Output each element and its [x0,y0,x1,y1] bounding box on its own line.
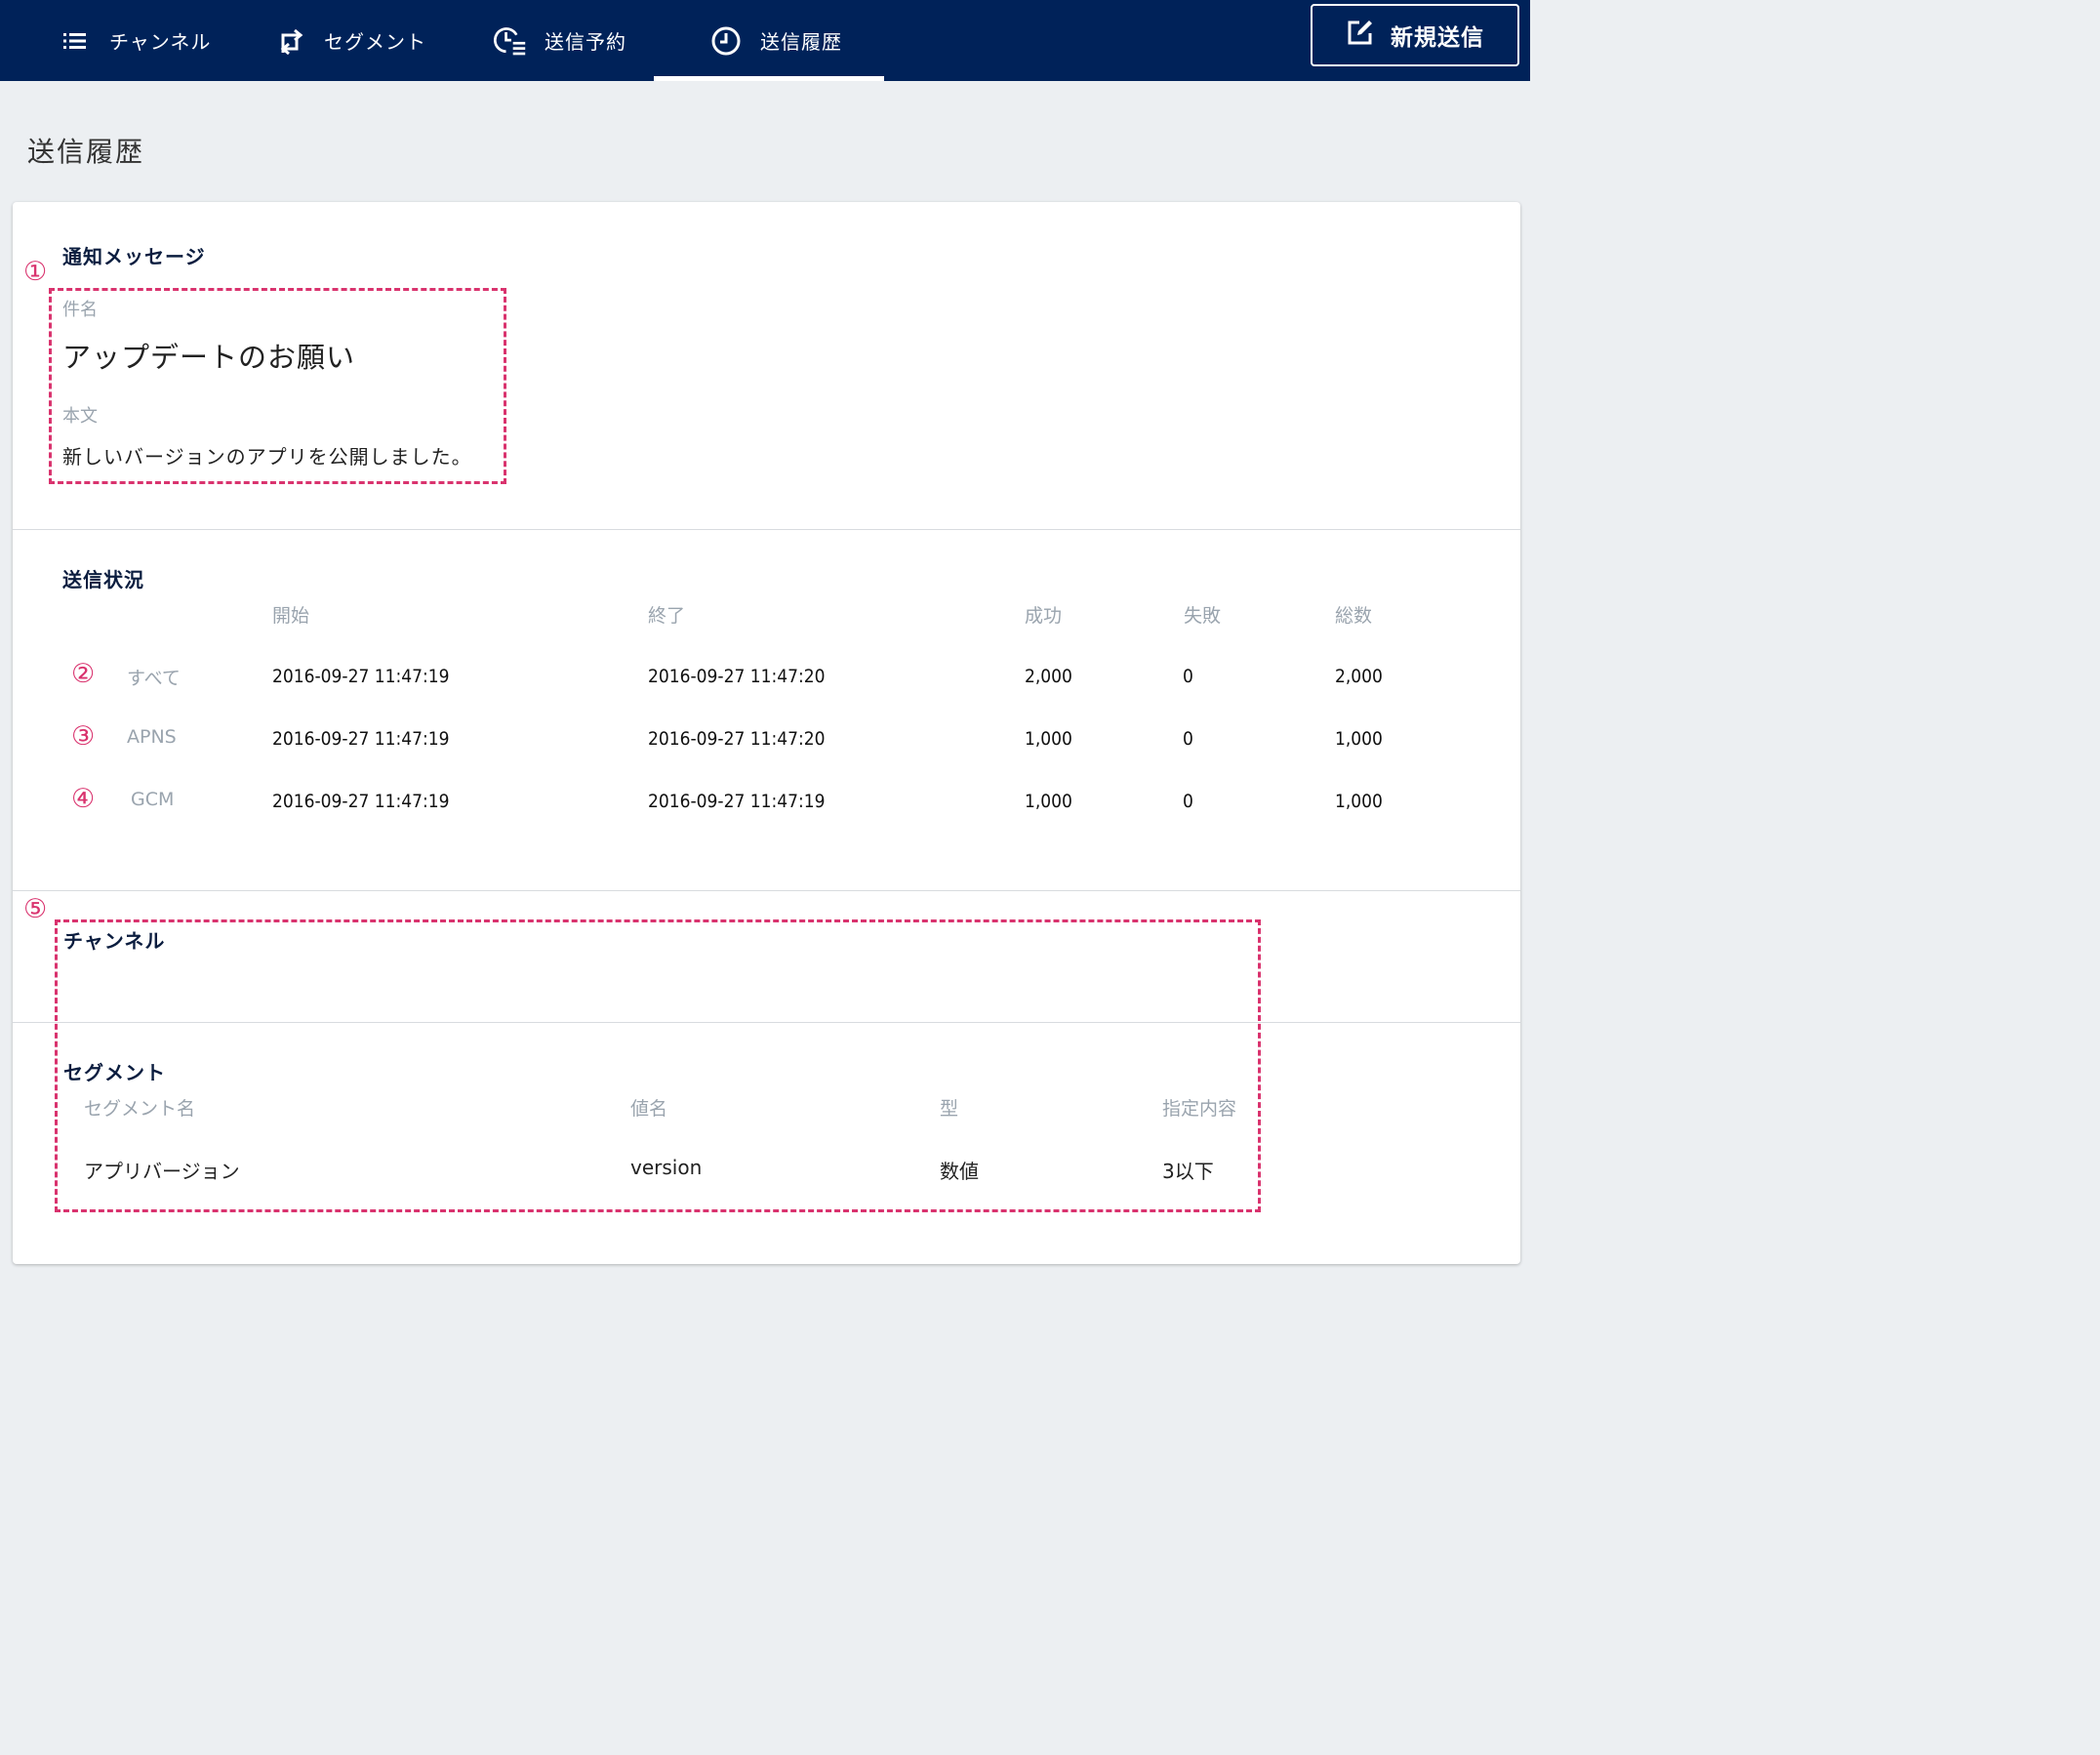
schedule-icon [494,24,527,58]
status-header-end: 終了 [648,605,686,627]
row-success: 2,000 [1025,666,1072,687]
divider [13,529,1520,530]
row-label: すべて [127,668,181,689]
top-nav: チャンネル セグメント 送信予約 送信履歴 新規送信 [0,0,1530,81]
nav-item-history[interactable]: 送信履歴 [654,0,884,81]
status-header-success: 成功 [1025,605,1063,627]
row-start: 2016-09-27 11:47:19 [272,791,450,812]
segment-condition: 3以下 [1162,1160,1214,1183]
annotation-marker-4: ④ [71,784,96,814]
new-send-button[interactable]: 新規送信 [1311,4,1519,66]
row-success: 1,000 [1025,791,1072,812]
segment-type: 数値 [940,1160,979,1183]
row-label: APNS [127,726,177,748]
segment-header-value-name: 値名 [630,1098,668,1120]
row-total: 1,000 [1335,728,1383,750]
segment-header-condition: 指定内容 [1162,1098,1237,1120]
annotation-marker-5: ⑤ [23,894,48,924]
segment-section-title: セグメント [63,1061,166,1084]
nav-item-label: 送信履歴 [760,30,842,54]
segment-header-type: 型 [940,1098,959,1120]
new-send-label: 新規送信 [1391,25,1484,51]
row-fail: 0 [1183,666,1193,687]
status-header-start: 開始 [272,605,310,627]
row-success: 1,000 [1025,728,1072,750]
annotation-marker-2: ② [71,659,96,689]
list-icon [59,31,92,51]
channel-section-title: チャンネル [63,929,166,953]
nav-item-channel[interactable]: チャンネル [59,0,211,81]
row-total: 1,000 [1335,791,1383,812]
annotation-marker-3: ③ [71,721,96,752]
subject-label: 件名 [62,300,98,320]
swap-icon [273,27,306,55]
status-header-fail: 失敗 [1184,605,1222,627]
edit-icon [1346,18,1375,53]
row-fail: 0 [1183,728,1193,750]
divider [13,1022,1520,1023]
notification-section-title: 通知メッセージ [62,245,206,268]
status-header-total: 総数 [1335,605,1373,627]
segment-header-name: セグメント名 [84,1098,196,1120]
row-start: 2016-09-27 11:47:19 [272,728,450,750]
nav-item-segment[interactable]: セグメント [273,0,426,81]
row-total: 2,000 [1335,666,1383,687]
page-title: 送信履歴 [27,136,145,168]
subject-value: アップデートのお願い [62,341,356,374]
row-end: 2016-09-27 11:47:19 [648,791,826,812]
row-end: 2016-09-27 11:47:20 [648,666,826,687]
nav-item-schedule[interactable]: 送信予約 [494,0,626,81]
body-value: 新しいバージョンのアプリを公開しました。 [62,445,472,469]
row-start: 2016-09-27 11:47:19 [272,666,450,687]
row-fail: 0 [1183,791,1193,812]
segment-value-name: version [630,1156,703,1179]
annotation-marker-1: ① [23,257,48,287]
body-label: 本文 [62,406,98,427]
nav-item-label: セグメント [324,30,426,54]
status-section-title: 送信状況 [62,568,144,592]
clock-icon [709,25,743,57]
row-end: 2016-09-27 11:47:20 [648,728,826,750]
nav-item-label: 送信予約 [545,30,626,54]
segment-name: アプリバージョン [84,1160,240,1183]
row-label: GCM [131,789,175,810]
divider [13,890,1520,891]
nav-item-label: チャンネル [109,30,212,54]
history-detail-card: 通知メッセージ ① 件名 アップデートのお願い 本文 新しいバージョンのアプリを… [13,202,1520,1264]
